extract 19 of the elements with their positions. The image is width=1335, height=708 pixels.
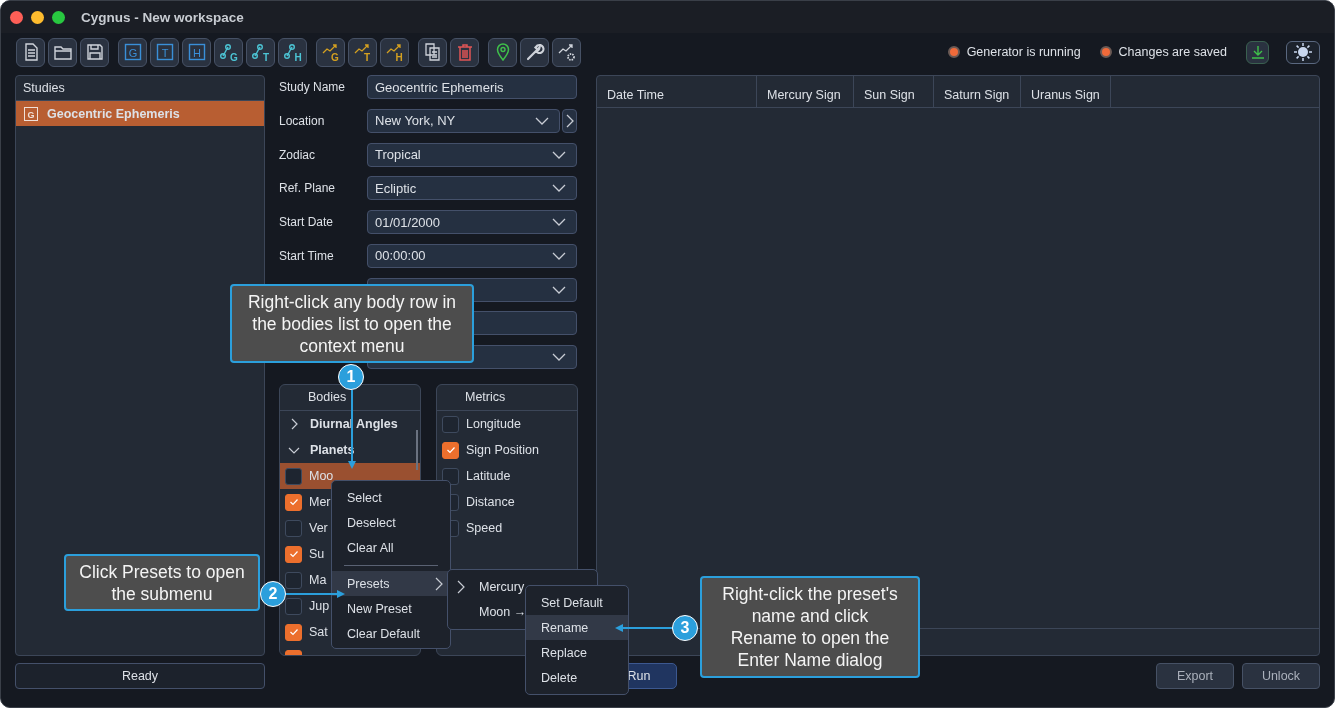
field-label: Ref. Plane xyxy=(279,180,337,196)
panel-title: Metrics xyxy=(437,385,577,412)
callout-tooltip: Right-click the preset's name and click Rename to open the Enter Name dialog xyxy=(700,576,920,678)
window-title: Cygnus - New workspace xyxy=(81,9,244,25)
letter-icon: H xyxy=(186,42,207,62)
letter-icon: G xyxy=(122,42,143,62)
step-badge: 1 xyxy=(338,364,364,390)
callout-tooltip: Click Presets to open the submenu xyxy=(64,554,260,611)
field-label: Location xyxy=(279,112,326,128)
letter-icon: T xyxy=(154,42,175,62)
status-text: Changes are saved xyxy=(1118,45,1227,59)
field-label: Zodiac xyxy=(279,146,317,162)
callout-tooltip: Right-click any body row in the bodies list to open the context menu xyxy=(230,284,474,363)
study-type-icon: G xyxy=(24,106,38,121)
field-label: Start Time xyxy=(279,247,335,263)
field-label: Start Date xyxy=(279,214,335,230)
status-text: Ready xyxy=(15,663,265,689)
status-text: Generator is running xyxy=(966,45,1081,59)
field-label: Study Name xyxy=(279,79,347,94)
